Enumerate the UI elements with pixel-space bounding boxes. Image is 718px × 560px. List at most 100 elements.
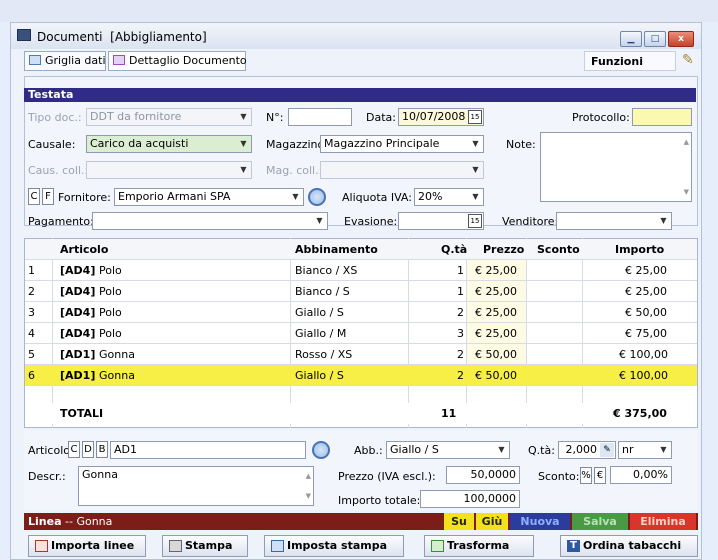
- tab-dettaglio-documento[interactable]: Dettaglio Documento: [108, 51, 247, 71]
- pencil-icon[interactable]: ✎: [682, 52, 694, 68]
- table-row-selected[interactable]: 6 [AD1] Gonna Giallo / S 2 € 50,00 € 100…: [25, 365, 697, 386]
- venditore-select[interactable]: ▼: [556, 212, 672, 230]
- giu-button[interactable]: Giù: [476, 513, 508, 530]
- importa-linee-button[interactable]: Importa linee: [28, 535, 146, 557]
- fornitore-toggle-button[interactable]: F: [42, 188, 54, 205]
- elimina-button[interactable]: Elimina: [630, 513, 696, 530]
- riga-qta-input[interactable]: 2,000 ✎: [558, 441, 616, 459]
- scroll-up-icon[interactable]: ▲: [306, 469, 311, 483]
- close-button[interactable]: x: [668, 31, 694, 47]
- riga-prezzo-input[interactable]: 50,0000: [446, 466, 520, 484]
- caus-coll-select[interactable]: ▼: [86, 161, 252, 179]
- aliquota-select[interactable]: 20% ▼: [414, 188, 484, 206]
- protocollo-input[interactable]: [632, 108, 692, 126]
- stampa-button[interactable]: Stampa: [162, 535, 248, 557]
- window-icon: [17, 29, 31, 41]
- imposta-label: Imposta stampa: [287, 539, 388, 552]
- riga-abb-select[interactable]: Giallo / S ▼: [386, 441, 510, 459]
- trasforma-button[interactable]: Trasforma: [424, 535, 534, 557]
- grid-icon: [29, 55, 41, 65]
- data-input[interactable]: 10/07/2008 15: [398, 108, 484, 126]
- maximize-button[interactable]: □: [644, 31, 666, 47]
- calendar-icon[interactable]: 15: [468, 110, 482, 124]
- row-prezzo: € 25,00: [475, 264, 517, 277]
- row-abbinamento: Giallo / S: [295, 306, 344, 319]
- minimize-button[interactable]: ▁: [620, 31, 642, 47]
- row-importo: € 25,00: [625, 285, 667, 298]
- tipo-doc-value: DDT da fornitore: [90, 110, 182, 123]
- riga-um-select[interactable]: nr ▼: [618, 441, 672, 459]
- col-articolo[interactable]: Articolo: [60, 243, 108, 256]
- table-row[interactable]: 2 [AD4] Polo Bianco / S 1 € 25,00 € 25,0…: [25, 281, 697, 302]
- magazzino-select[interactable]: Magazzino Principale ▼: [320, 135, 484, 153]
- imposta-stampa-button[interactable]: Imposta stampa: [264, 535, 404, 557]
- mag-coll-select[interactable]: ▼: [320, 161, 484, 179]
- chevron-down-icon: ▼: [240, 112, 247, 121]
- col-sconto[interactable]: Sconto: [537, 243, 580, 256]
- riga-abb-value: Giallo / S: [390, 443, 439, 456]
- riga-articolo-input[interactable]: AD1: [110, 441, 306, 459]
- table-row[interactable]: 1 [AD4] Polo Bianco / XS 1 € 25,00 € 25,…: [25, 260, 697, 281]
- cliente-toggle-button[interactable]: C: [28, 188, 40, 205]
- causale-value: Carico da acquisti: [90, 137, 189, 150]
- ordina-label: Ordina tabacchi: [583, 539, 682, 552]
- table-row[interactable]: 5 [AD1] Gonna Rosso / XS 2 € 50,00 € 100…: [25, 344, 697, 365]
- screen-top-strip: [0, 0, 718, 22]
- fornitore-label: Fornitore:: [58, 191, 111, 204]
- search-icon[interactable]: [312, 441, 330, 459]
- numero-input[interactable]: [288, 108, 352, 126]
- riga-importo-label: Importo totale:: [338, 494, 421, 507]
- sconto-euro-button[interactable]: €: [594, 467, 606, 484]
- row-number: 2: [28, 285, 35, 298]
- caus-coll-label: Caus. coll.:: [28, 164, 89, 177]
- note-textarea[interactable]: ▲ ▼: [540, 132, 692, 202]
- ordina-tabacchi-button[interactable]: T Ordina tabacchi: [560, 535, 698, 557]
- window-title: Documenti [Abbigliamento]: [37, 30, 207, 44]
- scroll-down-icon[interactable]: ▼: [684, 185, 689, 199]
- pagamento-label: Pagamento:: [28, 215, 94, 228]
- salva-button[interactable]: Salva: [572, 513, 628, 530]
- calendar-icon[interactable]: 15: [468, 214, 482, 228]
- tab-griglia-dati[interactable]: Griglia dati: [24, 51, 106, 71]
- scroll-up-icon[interactable]: ▲: [684, 135, 689, 149]
- tipo-doc-select[interactable]: DDT da fornitore ▼: [86, 108, 252, 126]
- riga-sconto-label: Sconto:: [538, 470, 580, 483]
- numero-label: N°:: [266, 111, 284, 124]
- stampa-label: Stampa: [185, 539, 233, 552]
- riga-b-button[interactable]: B: [96, 441, 108, 458]
- table-row[interactable]: 3 [AD4] Polo Giallo / S 2 € 25,00 € 50,0…: [25, 302, 697, 323]
- causale-select[interactable]: Carico da acquisti ▼: [86, 135, 252, 153]
- search-icon[interactable]: [308, 188, 326, 206]
- pagamento-select[interactable]: ▼: [92, 212, 328, 230]
- evasione-input[interactable]: 15: [398, 212, 484, 230]
- totals-importo: € 375,00: [613, 407, 667, 420]
- row-number: 1: [28, 264, 35, 277]
- riga-c-button[interactable]: C: [68, 441, 80, 458]
- totals-qta: 11: [441, 407, 457, 420]
- row-number: 4: [28, 327, 35, 340]
- linea-label: Linea: [28, 515, 62, 528]
- fornitore-select[interactable]: Emporio Armani SPA ▼: [114, 188, 304, 206]
- col-abbinamento[interactable]: Abbinamento: [295, 243, 378, 256]
- table-row[interactable]: 4 [AD4] Polo Giallo / M 3 € 25,00 € 75,0…: [25, 323, 697, 344]
- totals-label: TOTALI: [60, 407, 104, 420]
- riga-importo-input[interactable]: 100,0000: [420, 490, 520, 508]
- col-qta[interactable]: Q.tà: [441, 243, 467, 256]
- col-importo[interactable]: Importo: [615, 243, 664, 256]
- sconto-percent-button[interactable]: %: [580, 467, 592, 484]
- funzioni-menu[interactable]: Funzioni: [584, 51, 676, 71]
- magazzino-label: Magazzino:: [266, 138, 328, 151]
- nuova-button[interactable]: Nuova: [510, 513, 570, 530]
- riga-d-button[interactable]: D: [82, 441, 94, 458]
- row-code: [AD4]: [60, 306, 96, 319]
- col-prezzo[interactable]: Prezzo: [483, 243, 524, 256]
- aliquota-label: Aliquota IVA:: [342, 191, 412, 204]
- scroll-down-icon[interactable]: ▼: [306, 489, 311, 503]
- row-qta: 1: [457, 285, 464, 298]
- riga-qta-label: Q.tà:: [528, 444, 555, 457]
- su-button[interactable]: Su: [444, 513, 474, 530]
- pencil-icon[interactable]: ✎: [600, 443, 614, 457]
- riga-descr-textarea[interactable]: Gonna ▲ ▼: [78, 466, 314, 506]
- chevron-down-icon: ▼: [660, 216, 667, 225]
- riga-sconto-input[interactable]: 0,00%: [610, 466, 672, 484]
